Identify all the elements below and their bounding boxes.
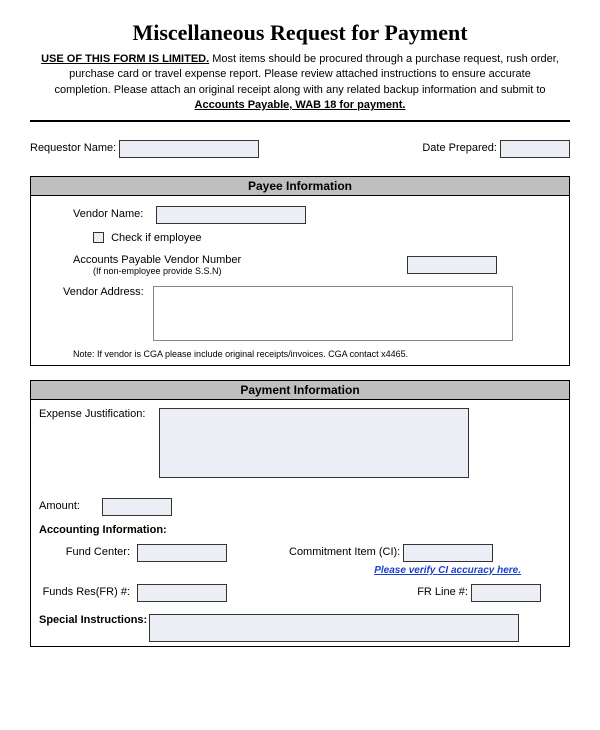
date-prepared-input[interactable] <box>500 140 570 158</box>
fr-line-label: FR Line #: <box>417 586 468 598</box>
requestor-group: Requestor Name: <box>30 140 259 158</box>
vendor-name-input[interactable] <box>156 206 306 224</box>
verify-ci-link[interactable]: Please verify CI accuracy here. <box>374 565 521 576</box>
apvn-sublabel: (If non-employee provide S.S.N) <box>73 266 273 276</box>
fund-center-label: Fund Center: <box>39 546 134 558</box>
funds-res-input[interactable] <box>137 584 227 602</box>
requestor-name-input[interactable] <box>119 140 259 158</box>
fund-center-input[interactable] <box>137 544 227 562</box>
special-label: Special Instructions: <box>39 614 149 626</box>
intro-text: USE OF THIS FORM IS LIMITED. Most items … <box>30 52 570 122</box>
amount-label: Amount: <box>39 500 99 512</box>
intro-tail: Accounts Payable, WAB 18 for payment. <box>195 99 406 111</box>
special-instructions-input[interactable] <box>149 614 519 642</box>
apvn-input[interactable] <box>407 256 497 274</box>
expense-label: Expense Justification: <box>39 408 159 420</box>
commitment-item-input[interactable] <box>403 544 493 562</box>
funds-res-label: Funds Res(FR) #: <box>39 586 134 598</box>
date-group: Date Prepared: <box>422 140 570 158</box>
employee-check-label: Check if employee <box>111 232 202 244</box>
payee-note: Note: If vendor is CGA please include or… <box>43 349 557 359</box>
page-title: Miscellaneous Request for Payment <box>30 20 570 46</box>
date-label: Date Prepared: <box>422 142 497 154</box>
commitment-label: Commitment Item (CI): <box>289 546 400 558</box>
payee-section: Payee Information Vendor Name: Check if … <box>30 176 570 366</box>
payment-header: Payment Information <box>31 381 569 400</box>
payment-section: Payment Information Expense Justificatio… <box>30 380 570 647</box>
accounting-label: Accounting Information: <box>39 524 561 536</box>
vendor-address-label: Vendor Address: <box>63 286 153 298</box>
vendor-address-input[interactable] <box>153 286 513 341</box>
vendor-name-label: Vendor Name: <box>73 208 153 220</box>
amount-input[interactable] <box>102 498 172 516</box>
requestor-label: Requestor Name: <box>30 142 116 154</box>
fr-line-input[interactable] <box>471 584 541 602</box>
apvn-label: Accounts Payable Vendor Number <box>73 254 273 266</box>
expense-justification-input[interactable] <box>159 408 469 478</box>
intro-lead: USE OF THIS FORM IS LIMITED. <box>41 53 209 65</box>
employee-checkbox[interactable] <box>93 232 104 243</box>
payee-header: Payee Information <box>31 177 569 196</box>
